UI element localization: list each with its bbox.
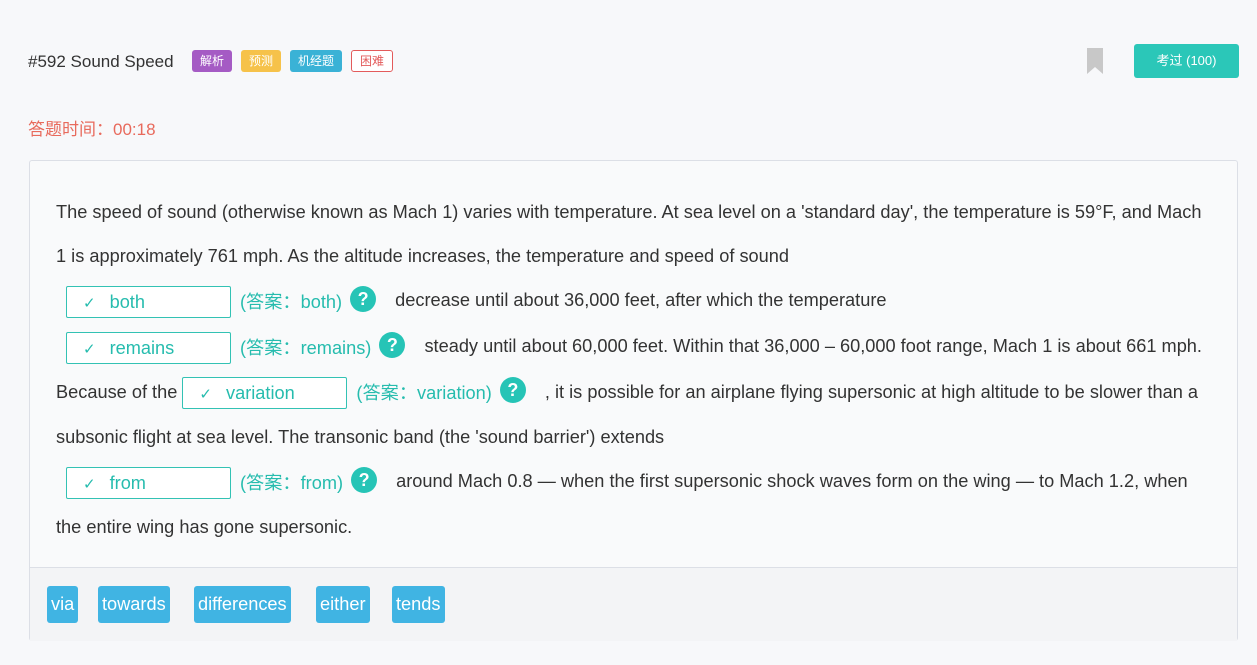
question-header: #592 Sound Speed 解析 预测 机经题 困难 考过 (100): [28, 44, 1239, 78]
question-title: #592 Sound Speed: [28, 52, 174, 71]
answer-text: (答案：remains): [240, 337, 372, 358]
blank-value: both: [109, 291, 145, 312]
word-chip-via[interactable]: via: [47, 586, 79, 623]
answer-text: (答案：variation): [356, 383, 492, 404]
tag-analysis[interactable]: 解析: [192, 50, 233, 72]
passed-count-button[interactable]: 考过 (100): [1134, 44, 1239, 78]
word-chip-either[interactable]: either: [316, 586, 370, 623]
blank-value: variation: [225, 383, 295, 404]
bookmark-icon[interactable]: [1087, 48, 1103, 74]
blank-value: remains: [109, 337, 175, 358]
check-icon: ✓: [199, 386, 212, 404]
passage: The speed of sound (otherwise known as M…: [56, 190, 1216, 549]
passage-text: The speed of sound (otherwise known as M…: [56, 202, 1202, 266]
blank-input[interactable]: ✓ both: [66, 285, 231, 318]
blank-input[interactable]: ✓ from: [66, 467, 231, 500]
help-icon[interactable]: ?: [351, 467, 378, 494]
blank-value: from: [109, 473, 146, 494]
blank-group: ✓ remains (答案：remains)?: [66, 324, 419, 369]
word-chip-towards[interactable]: towards: [98, 586, 170, 623]
blank-input[interactable]: ✓ variation: [182, 377, 348, 410]
blank-input[interactable]: ✓ remains: [66, 331, 231, 364]
check-icon: ✓: [83, 340, 96, 358]
answer-text: (答案：from): [240, 473, 344, 494]
answer-text: (答案：both): [240, 291, 343, 312]
question-panel: The speed of sound (otherwise known as M…: [29, 160, 1238, 641]
check-icon: ✓: [83, 476, 96, 494]
passage-text: decrease until about 36,000 feet, after …: [395, 290, 887, 310]
blank-group: ✓ variation (答案：variation)?: [182, 370, 539, 415]
blank-group: ✓ from (答案：from)?: [66, 460, 391, 505]
help-icon[interactable]: ?: [350, 285, 377, 312]
tag-list: 解析 预测 机经题 困难: [192, 50, 402, 72]
tag-prediction[interactable]: 预测: [241, 50, 282, 72]
word-chip-tends[interactable]: tends: [392, 586, 445, 623]
word-chip-differences[interactable]: differences: [194, 586, 291, 623]
blank-group: ✓ both (答案：both)?: [66, 279, 390, 324]
help-icon[interactable]: ?: [379, 331, 406, 358]
check-icon: ✓: [83, 294, 96, 312]
help-icon[interactable]: ?: [499, 377, 526, 404]
answer-timer: 答题时间：00:18: [28, 120, 156, 139]
word-bank: via towards differences either tends: [30, 567, 1237, 641]
tag-machine-question[interactable]: 机经题: [290, 50, 343, 72]
tag-difficulty: 困难: [351, 50, 394, 72]
